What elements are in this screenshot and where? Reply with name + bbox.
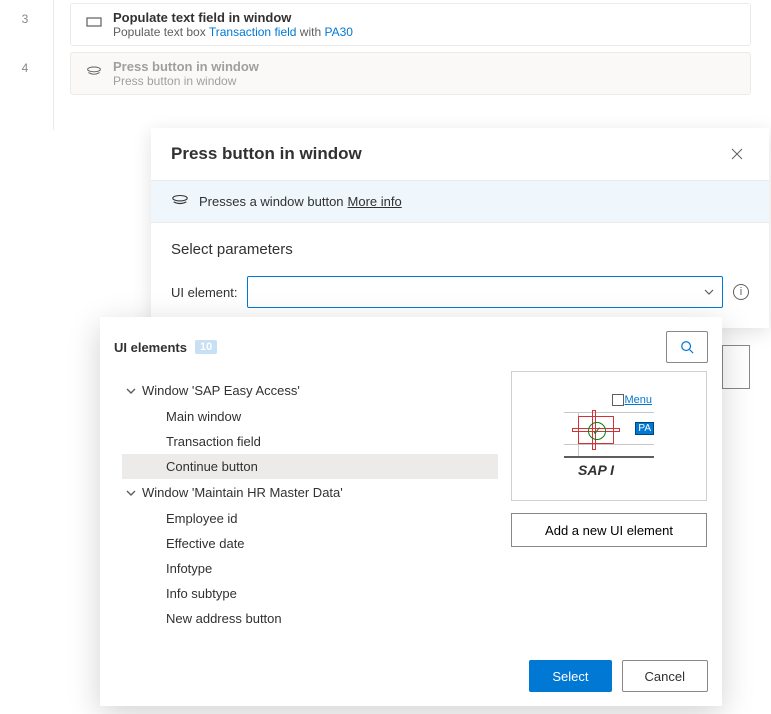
tree-item-infotype[interactable]: Infotype [122, 556, 498, 581]
step-subtitle: Populate text box Transaction field with… [113, 25, 353, 39]
dialog-title: Press button in window [171, 144, 362, 164]
info-text: Presses a window button [199, 194, 344, 209]
tree-group-sap-easy-access[interactable]: Window 'SAP Easy Access' [122, 377, 498, 404]
tree-item-effective-date[interactable]: Effective date [122, 531, 498, 556]
ui-element-combobox[interactable] [247, 276, 723, 308]
button-press-icon [171, 193, 189, 210]
info-icon[interactable]: i [733, 284, 749, 300]
ui-element-picker: UI elements 10 Window 'SAP Easy Access' … [100, 317, 722, 706]
pa30-link[interactable]: PA30 [324, 25, 352, 39]
step-card-press-button[interactable]: Press button in window Press button in w… [70, 52, 751, 95]
ui-element-label: UI element: [171, 285, 237, 300]
picker-title: UI elements 10 [114, 340, 217, 355]
check-icon: ✓ [588, 422, 606, 440]
document-icon [612, 394, 624, 406]
tree-item-new-address-button[interactable]: New address button [122, 606, 498, 631]
partial-button-edge [722, 345, 750, 389]
chevron-down-icon [126, 386, 136, 396]
step-title: Populate text field in window [113, 10, 353, 25]
count-badge: 10 [195, 340, 217, 354]
close-button[interactable] [723, 140, 751, 168]
preview-sap-label: SAP I [578, 462, 614, 478]
ui-tree: Window 'SAP Easy Access' Main window Tra… [114, 371, 498, 631]
tree-item-main-window[interactable]: Main window [122, 404, 498, 429]
preview-pa-label: PA [635, 422, 654, 435]
preview-box: Menu ✓ PA SAP I [511, 371, 707, 501]
select-button[interactable]: Select [529, 660, 611, 692]
tree-item-employee-id[interactable]: Employee id [122, 506, 498, 531]
search-button[interactable] [666, 331, 708, 363]
step-number: 3 [0, 0, 50, 26]
step-card-populate[interactable]: Populate text field in window Populate t… [70, 3, 751, 46]
tree-item-transaction-field[interactable]: Transaction field [122, 429, 498, 454]
section-heading: Select parameters [171, 241, 749, 258]
cancel-button[interactable]: Cancel [622, 660, 708, 692]
textbox-icon [81, 10, 107, 29]
flow-steps: 3 Populate text field in window Populate… [0, 0, 771, 98]
action-dialog: Press button in window Presses a window … [151, 128, 769, 328]
tree-group-maintain-hr[interactable]: Window 'Maintain HR Master Data' [122, 479, 498, 506]
step-title: Press button in window [113, 59, 259, 74]
chevron-down-icon [704, 287, 714, 297]
info-bar: Presses a window button More info [151, 180, 769, 223]
chevron-down-icon [126, 488, 136, 498]
search-icon [680, 340, 694, 354]
add-ui-element-button[interactable]: Add a new UI element [511, 513, 707, 547]
tree-item-info-subtype[interactable]: Info subtype [122, 581, 498, 606]
step-subtitle: Press button in window [113, 74, 259, 88]
button-press-icon [81, 59, 107, 78]
step-number: 4 [0, 49, 50, 75]
more-info-link[interactable]: More info [348, 194, 402, 209]
preview-menu-label: Menu [624, 394, 652, 406]
tree-item-continue-button[interactable]: Continue button [122, 454, 498, 479]
transaction-field-link[interactable]: Transaction field [209, 25, 297, 39]
